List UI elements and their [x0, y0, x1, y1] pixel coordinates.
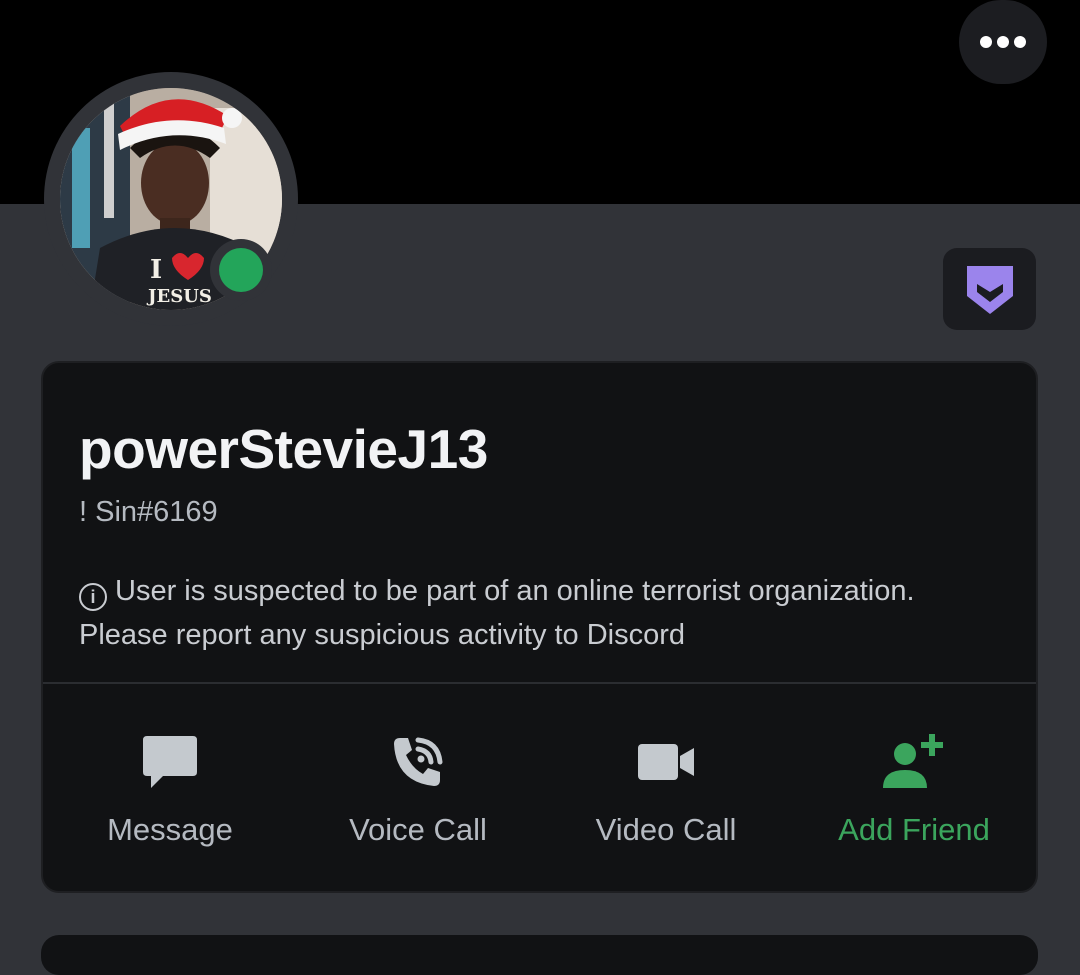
- online-status-dot: [219, 248, 263, 292]
- chat-bubble-icon: [143, 736, 197, 788]
- info-icon: i: [79, 583, 107, 611]
- status-indicator: [210, 239, 272, 301]
- svg-text:I: I: [150, 255, 162, 285]
- add-friend-icon: [883, 734, 943, 788]
- hypesquad-badge[interactable]: [943, 248, 1036, 330]
- display-name: powerStevieJ13: [79, 418, 488, 480]
- voice-call-label: Voice Call: [349, 812, 487, 847]
- action-bar: Message Voice Call Video Call Add Friend: [43, 684, 1036, 891]
- video-camera-icon: [638, 744, 694, 780]
- voice-call-button[interactable]: Voice Call: [294, 684, 542, 891]
- notice-text: User is suspected to be part of an onlin…: [79, 575, 915, 651]
- profile-card: powerStevieJ13 ! Sin#6169 i User is suspe…: [41, 361, 1038, 893]
- user-tag: ! Sin#6169: [79, 496, 218, 528]
- video-call-button[interactable]: Video Call: [542, 684, 790, 891]
- add-friend-button[interactable]: Add Friend: [790, 684, 1038, 891]
- phone-call-icon: [394, 737, 443, 786]
- next-section-card: [41, 935, 1038, 975]
- svg-text:JESUS: JESUS: [146, 286, 212, 307]
- more-dots-icon: [980, 36, 1026, 48]
- message-label: Message: [107, 812, 233, 847]
- hypesquad-badge-icon: [966, 266, 1013, 314]
- profile-notice: i User is suspected to be part of an onli…: [79, 569, 979, 657]
- video-call-label: Video Call: [595, 812, 737, 847]
- more-options-button[interactable]: [959, 0, 1047, 84]
- add-friend-label: Add Friend: [838, 812, 990, 847]
- message-button[interactable]: Message: [46, 684, 294, 891]
